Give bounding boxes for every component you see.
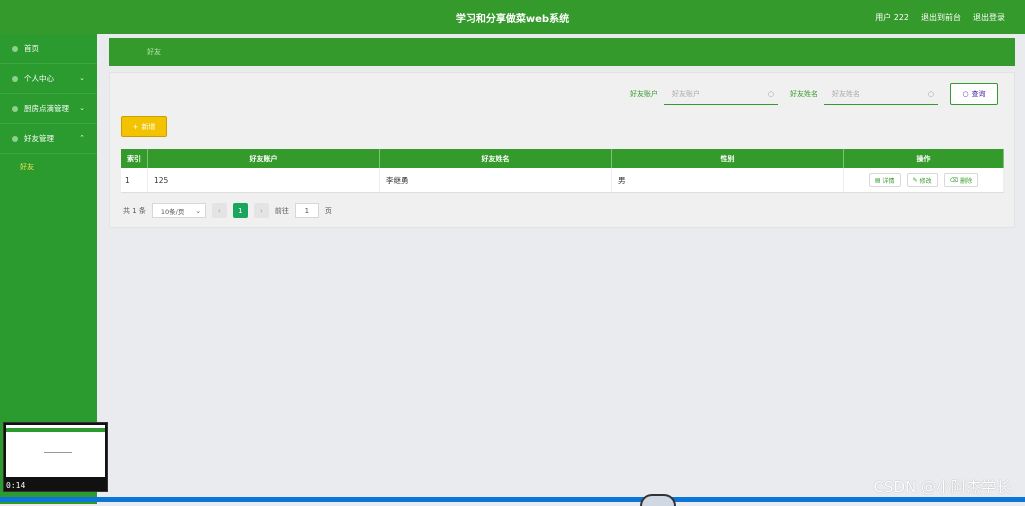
search-icon: ○ <box>927 89 934 98</box>
watermark: CSDN @小阿杰学长 <box>873 478 1011 496</box>
goto-page-input[interactable]: 1 <box>294 203 319 218</box>
name-search-placeholder: 好友姓名 <box>832 89 860 98</box>
document-icon: ▤ <box>874 176 881 184</box>
header-actions: 用户 222 退出到前台 退出登录 <box>875 12 1005 23</box>
search-icon: ○ <box>962 90 969 98</box>
kitchen-icon <box>12 105 18 112</box>
account-search-label: 好友账户 <box>630 90 658 98</box>
chevron-left-icon: ‹ <box>218 206 221 215</box>
back-to-front-link[interactable]: 退出到前台 <box>921 12 961 23</box>
pagination: 共 1 条 10条/页 ⌄ ‹ 1 › 前往 1 页 <box>123 203 332 218</box>
account-search-input[interactable]: 好友账户 ○ <box>664 83 778 105</box>
chevron-up-icon: ⌃ <box>79 134 85 142</box>
cell-account: 125 <box>148 168 380 192</box>
cell-actions: ▤ 详情 ✎ 修改 ⌫ 删除 <box>844 168 1004 192</box>
sidebar-item-label: 首页 <box>24 44 39 53</box>
column-header-name: 好友姓名 <box>380 149 612 168</box>
name-search-label: 好友姓名 <box>790 90 818 98</box>
search-bar: 好友账户 好友账户 ○ 好友姓名 好友姓名 ○ ○ 查询 <box>630 83 998 105</box>
column-header-account: 好友账户 <box>148 149 380 168</box>
thumbnail-text-line <box>44 452 72 453</box>
detail-button-label: 详情 <box>882 177 895 185</box>
edit-button-label: 修改 <box>919 177 932 185</box>
table-row: 1 125 李继勇 男 ▤ 详情 ✎ 修改 ⌫ 删除 <box>121 168 1004 193</box>
column-header-actions: 操作 <box>844 149 1004 168</box>
goto-prefix: 前往 <box>274 206 289 215</box>
edit-icon: ✎ <box>912 176 918 184</box>
account-search-placeholder: 好友账户 <box>672 89 700 98</box>
sidebar-item-label: 好友管理 <box>24 134 54 143</box>
user-name: 用户 222 <box>875 13 909 22</box>
delete-button[interactable]: ⌫ 删除 <box>943 173 979 187</box>
chevron-down-icon: ⌄ <box>195 206 201 215</box>
video-timestamp: 0:14 <box>6 481 26 490</box>
cell-name: 李继勇 <box>380 168 612 192</box>
next-page-button[interactable]: › <box>253 203 269 218</box>
top-header: 学习和分享做菜web系统 用户 222 退出到前台 退出登录 <box>0 0 1025 34</box>
add-button-label: 新增 <box>141 122 156 131</box>
search-icon: ○ <box>767 89 774 98</box>
breadcrumb: 好友 <box>109 38 1015 66</box>
page-size-select[interactable]: 10条/页 ⌄ <box>151 203 206 218</box>
goto-suffix: 页 <box>324 206 332 215</box>
sidebar-item-kitchen-management[interactable]: 厨房点滴管理 ⌄ <box>0 94 97 124</box>
chevron-right-icon: › <box>260 206 263 215</box>
sidebar-subitem-friends[interactable]: 好友 <box>0 154 97 180</box>
cell-index: 1 <box>121 168 148 192</box>
thumbnail-frame <box>6 425 105 477</box>
video-scrub-handle[interactable] <box>640 494 676 506</box>
app-title: 学习和分享做菜web系统 <box>455 14 570 25</box>
sidebar-item-friend-management[interactable]: 好友管理 ⌃ <box>0 124 97 154</box>
home-icon <box>12 45 18 52</box>
friends-icon <box>12 135 18 142</box>
logout-link[interactable]: 退出登录 <box>973 12 1005 23</box>
chevron-down-icon: ⌄ <box>79 74 85 82</box>
video-thumbnail: 0:14 <box>3 422 108 492</box>
query-button-label: 查询 <box>971 90 986 98</box>
query-button[interactable]: ○ 查询 <box>950 83 998 105</box>
page-number-current[interactable]: 1 <box>232 203 248 218</box>
column-header-gender: 性别 <box>612 149 844 168</box>
content-card: 好友账户 好友账户 ○ 好友姓名 好友姓名 ○ ○ 查询 + 新增 索引 好友账… <box>109 72 1015 228</box>
video-progress-bar[interactable] <box>0 497 1025 502</box>
prev-page-button[interactable]: ‹ <box>211 203 227 218</box>
total-count: 共 1 条 <box>123 206 146 215</box>
chevron-down-icon: ⌄ <box>79 104 85 112</box>
sidebar-item-label: 个人中心 <box>24 74 54 83</box>
trash-icon: ⌫ <box>949 176 959 184</box>
sidebar-item-personal-center[interactable]: 个人中心 ⌄ <box>0 64 97 94</box>
add-button[interactable]: + 新增 <box>121 116 167 137</box>
plus-icon: + <box>132 122 139 131</box>
cell-gender: 男 <box>612 168 844 192</box>
edit-button[interactable]: ✎ 修改 <box>906 173 938 187</box>
name-search-input[interactable]: 好友姓名 ○ <box>824 83 938 105</box>
table-header: 索引 好友账户 好友姓名 性别 操作 <box>121 149 1004 168</box>
thumbnail-header-bar <box>6 428 105 432</box>
sidebar-item-home[interactable]: 首页 <box>0 34 97 64</box>
delete-button-label: 删除 <box>960 177 973 185</box>
column-header-index: 索引 <box>121 149 148 168</box>
page-size-value: 10条/页 <box>160 207 185 216</box>
sidebar-item-label: 厨房点滴管理 <box>24 104 69 113</box>
user-icon <box>12 75 18 82</box>
friends-table: 索引 好友账户 好友姓名 性别 操作 1 125 李继勇 男 ▤ 详情 ✎ 修改 <box>121 149 1004 193</box>
detail-button[interactable]: ▤ 详情 <box>868 173 901 187</box>
